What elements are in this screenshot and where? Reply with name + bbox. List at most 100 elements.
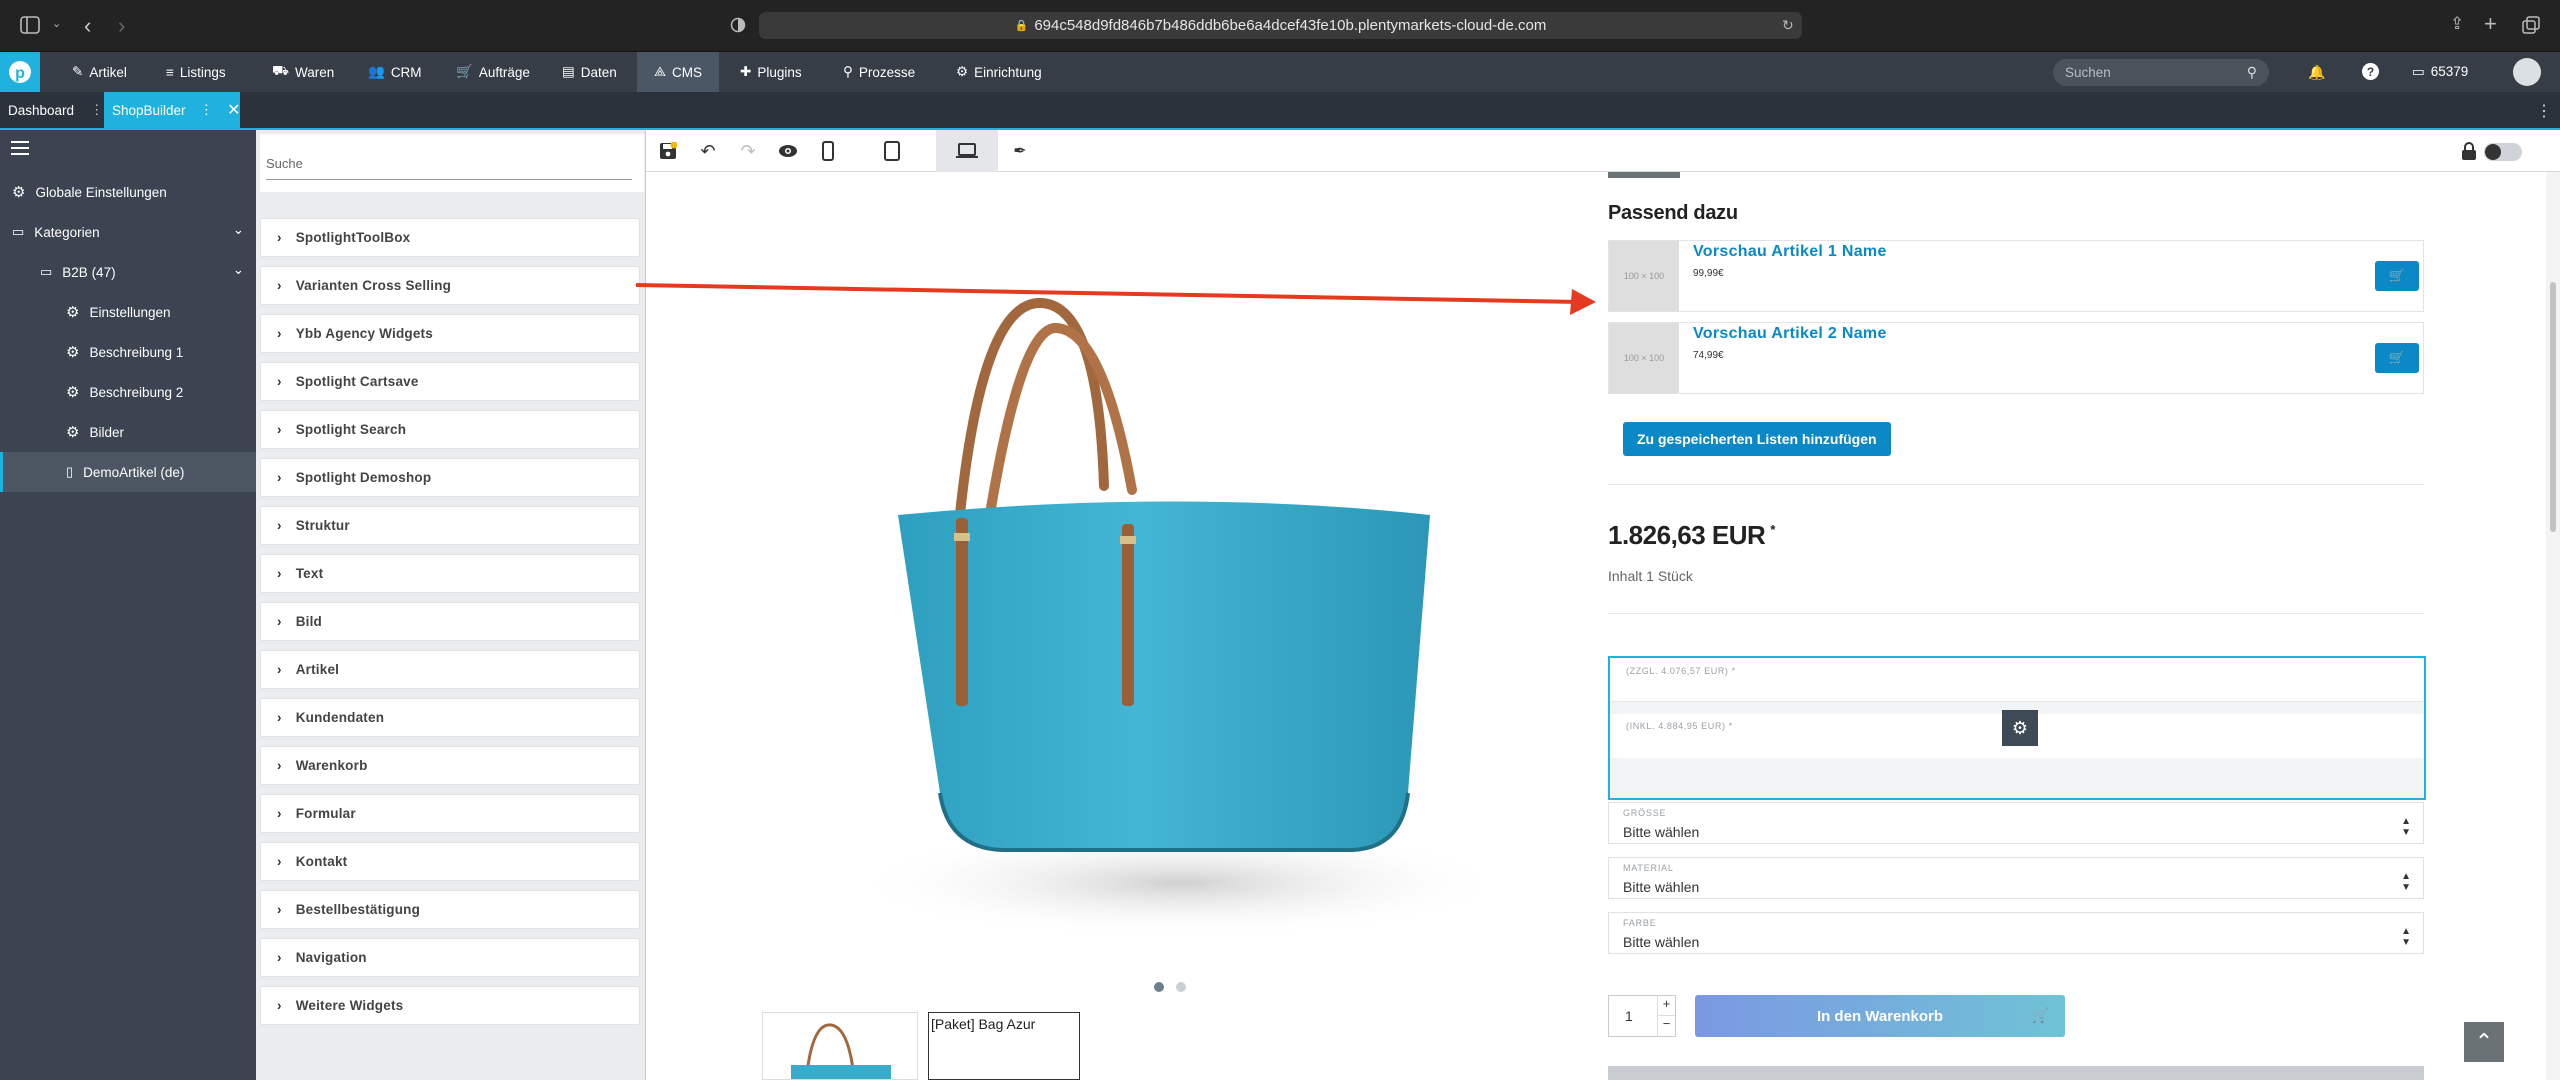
sidebar-item-beschreibung-2[interactable]: ⚙ Beschreibung 2 [0, 372, 256, 412]
gear-icon: ⚙ [12, 184, 26, 201]
chevron-right-icon: › [277, 854, 282, 869]
sidebar-item-einstellungen[interactable]: ⚙ Einstellungen [0, 292, 256, 332]
widget-group-spotlight-search[interactable]: › Spotlight Search [260, 410, 640, 449]
chevron-down-icon[interactable]: ⌄ [52, 17, 61, 30]
preview-eye-icon[interactable] [768, 130, 808, 172]
toggle-switch[interactable] [2484, 143, 2522, 161]
widget-group-bild[interactable]: › Bild [260, 602, 640, 641]
thumbnail-image[interactable] [762, 1012, 918, 1080]
tab-dashboard[interactable]: Dashboard ⋮ [8, 92, 108, 128]
nav-daten[interactable]: ▤ Daten [562, 52, 617, 92]
slider-dot-active[interactable] [1154, 982, 1164, 992]
price-footnote: * [1770, 522, 1775, 538]
add-to-cart-icon[interactable]: 🛒 [2375, 261, 2419, 291]
widget-group-kundendaten[interactable]: › Kundendaten [260, 698, 640, 737]
undo-icon[interactable]: ↶ [688, 130, 728, 172]
nav-cms[interactable]: ⟁ CMS [637, 52, 719, 92]
forward-icon[interactable]: › [118, 13, 125, 39]
reload-icon[interactable]: ↻ [1782, 17, 1794, 34]
widget-group-artikel[interactable]: › Artikel [260, 650, 640, 689]
quantity-plus-button[interactable]: + [1657, 996, 1675, 1016]
sidebar-item-beschreibung-1[interactable]: ⚙ Beschreibung 1 [0, 332, 256, 372]
widget-settings-gear-icon[interactable]: ⚙ [2002, 710, 2038, 746]
chevron-down-icon[interactable]: ⌄ [233, 262, 244, 278]
scroll-to-top-icon[interactable]: ⌃ [2464, 1022, 2504, 1062]
item-name-link[interactable]: Vorschau Artikel 2 Name [1693, 325, 1887, 343]
add-to-wishlist-button[interactable]: Zu gespeicherten Listen hinzufügen [1623, 422, 1891, 456]
widget-group-weitere-widgets[interactable]: › Weitere Widgets [260, 986, 640, 1025]
chevron-down-icon[interactable]: ⌄ [233, 222, 244, 238]
search-icon[interactable]: ⚲ [2247, 64, 2257, 81]
selected-price-widget[interactable]: (ZZGL. 4.076,57 EUR) * (INKL. 4.884,95 E… [1608, 656, 2426, 800]
scrollbar-thumb[interactable] [2550, 282, 2556, 532]
close-icon[interactable]: ✕ [227, 100, 240, 120]
mobile-view-icon[interactable] [808, 130, 848, 172]
widget-group-bestellbestaetigung[interactable]: › Bestellbestätigung [260, 890, 640, 929]
bell-icon[interactable]: 🔔 [2308, 64, 2325, 81]
kebab-menu-icon[interactable]: ⋮ [2536, 101, 2552, 121]
nav-plugins[interactable]: ✚ Plugins [740, 52, 802, 92]
quantity-minus-button[interactable]: − [1657, 1016, 1675, 1036]
nav-auftraege[interactable]: 🛒 Aufträge [456, 52, 530, 92]
sidebar-item-b2b[interactable]: ▭ B2B (47) ⌄ [0, 252, 256, 292]
color-select[interactable]: FARBE Bitte wählen ▲ ▼ [1608, 912, 2424, 954]
redo-icon[interactable]: ↷ [728, 130, 768, 172]
avatar[interactable] [2513, 58, 2541, 86]
size-select[interactable]: GRÖSSE Bitte wählen ▲ ▼ [1608, 802, 2424, 844]
tab-shopbuilder[interactable]: ShopBuilder ⋮ ✕ [104, 92, 240, 128]
tablet-view-icon[interactable] [872, 130, 912, 172]
widget-group-struktur[interactable]: › Struktur [260, 506, 640, 545]
cross-selling-item[interactable]: 100 × 100 Vorschau Artikel 1 Name 99,99€… [1608, 240, 2424, 312]
add-to-cart-icon[interactable]: 🛒 [2375, 343, 2419, 373]
url-field[interactable]: 🔒 694c548d9fd846b7b486ddb6be6a4dcef43fe1… [759, 12, 1802, 39]
global-search-input[interactable]: Suchen ⚲ [2053, 59, 2269, 86]
widget-group-spotlighttoolbox[interactable]: › SpotlightToolBox [260, 218, 640, 257]
sidebar-toggle-icon[interactable] [20, 16, 40, 34]
item-name-link[interactable]: Vorschau Artikel 1 Name [1693, 243, 1887, 261]
widget-search-input[interactable]: Suche [266, 156, 632, 180]
widget-group-varianten-cross-selling[interactable]: › Varianten Cross Selling [260, 266, 640, 305]
privacy-shield-icon[interactable] [730, 17, 746, 33]
slider-dot[interactable] [1176, 982, 1186, 992]
widget-group-ybb-agency[interactable]: › Ybb Agency Widgets [260, 314, 640, 353]
nav-prozesse[interactable]: ⚲ Prozesse [843, 52, 915, 92]
widget-group-text[interactable]: › Text [260, 554, 640, 593]
sidebar-item-globale-einstellungen[interactable]: ⚙ Globale Einstellungen [0, 172, 256, 212]
kebab-menu-icon[interactable]: ⋮ [200, 102, 214, 118]
thumbnail-caption[interactable]: [Paket] Bag Azur [928, 1012, 1080, 1080]
annotation-arrow [630, 270, 1610, 320]
help-icon[interactable]: ? [2362, 63, 2379, 80]
tab-overview-icon[interactable] [2522, 16, 2540, 34]
desktop-view-icon[interactable] [936, 130, 998, 172]
plenty-logo[interactable]: p [0, 52, 40, 92]
nav-crm[interactable]: 👥 CRM [368, 52, 422, 92]
save-icon[interactable] [648, 130, 688, 172]
share-icon[interactable]: ⇪ [2450, 14, 2464, 34]
widget-group-spotlight-demoshop[interactable]: › Spotlight Demoshop [260, 458, 640, 497]
account-switcher[interactable]: ▭ 65379 [2412, 64, 2468, 80]
back-icon[interactable]: ‹ [84, 13, 91, 39]
hamburger-icon[interactable] [11, 141, 29, 155]
cross-selling-item[interactable]: 100 × 100 Vorschau Artikel 2 Name 74,99€… [1608, 322, 2424, 394]
kebab-menu-icon[interactable]: ⋮ [90, 102, 104, 118]
nav-label: CRM [390, 64, 422, 80]
nav-artikel[interactable]: ✎ Artikel [72, 52, 127, 92]
new-tab-icon[interactable]: + [2484, 11, 2497, 37]
sidebar-item-bilder[interactable]: ⚙ Bilder [0, 412, 256, 452]
nav-einrichtung[interactable]: ⚙ Einrichtung [956, 52, 1042, 92]
nav-listings[interactable]: ≡ Listings [166, 52, 226, 92]
nav-waren[interactable]: ⛟ Waren [272, 52, 334, 92]
sidebar-item-kategorien[interactable]: ▭ Kategorien ⌄ [0, 212, 256, 252]
canvas-scrollbar[interactable] [2546, 172, 2560, 1080]
widget-group-warenkorb[interactable]: › Warenkorb [260, 746, 640, 785]
lock-icon[interactable] [2461, 141, 2477, 161]
material-select[interactable]: MATERIAL Bitte wählen ▲ ▼ [1608, 857, 2424, 899]
pen-icon[interactable]: ✒ [1000, 130, 1040, 172]
widget-group-spotlight-cartsave[interactable]: › Spotlight Cartsave [260, 362, 640, 401]
widget-group-formular[interactable]: › Formular [260, 794, 640, 833]
add-to-cart-button[interactable]: In den Warenkorb 🛒 [1695, 995, 2065, 1037]
sidebar-item-demoartikel[interactable]: ▯ DemoArtikel (de) [0, 452, 256, 492]
widget-group-kontakt[interactable]: › Kontakt [260, 842, 640, 881]
quantity-stepper[interactable]: 1 + − [1608, 995, 1676, 1037]
widget-group-navigation[interactable]: › Navigation [260, 938, 640, 977]
